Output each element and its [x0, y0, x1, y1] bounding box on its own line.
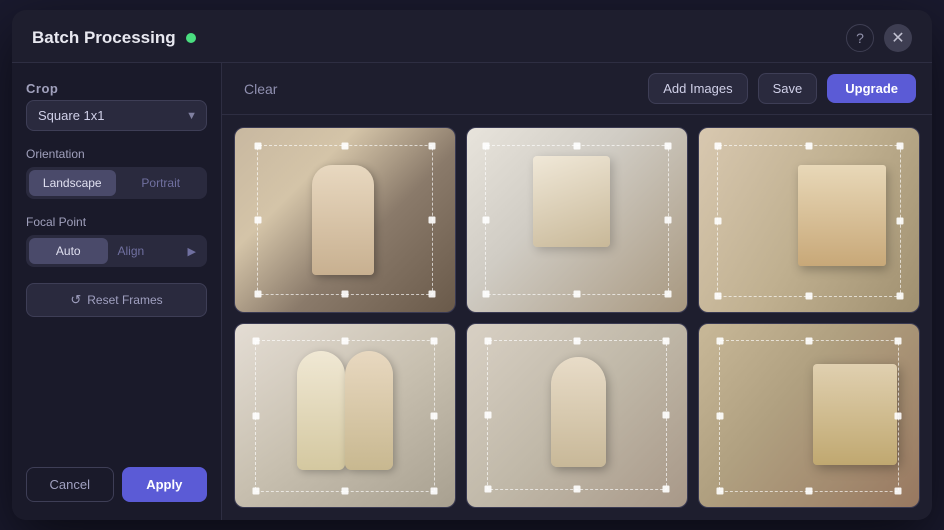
- crop-select-wrapper: Square 1x1 16:9 4:3 3:2 Custom ▼: [26, 100, 207, 131]
- orientation-section: Orientation Landscape Portrait: [26, 147, 207, 199]
- focal-section: Focal Point Auto Align ▶: [26, 215, 207, 267]
- header-right: ? ✕: [846, 24, 912, 52]
- reset-frames-label: Reset Frames: [87, 293, 162, 307]
- cell-inner-1: [235, 128, 455, 312]
- toolbar-left: Clear: [238, 77, 283, 101]
- photo-3: [699, 128, 919, 312]
- image-cell-6[interactable]: [698, 323, 920, 509]
- sidebar: Crop Square 1x1 16:9 4:3 3:2 Custom ▼ Or…: [12, 63, 222, 520]
- help-button[interactable]: ?: [846, 24, 874, 52]
- photo-6: [699, 324, 919, 508]
- image-cell-3[interactable]: [698, 127, 920, 313]
- cell-inner-6: [699, 324, 919, 508]
- content-toolbar: Clear Add Images Save Upgrade: [222, 63, 932, 115]
- photo-4: [235, 324, 455, 508]
- orientation-toggle: Landscape Portrait: [26, 167, 207, 199]
- title-area: Batch Processing: [32, 28, 196, 48]
- photo-1: [235, 128, 455, 312]
- orientation-label: Orientation: [26, 147, 207, 161]
- upgrade-button[interactable]: Upgrade: [827, 74, 916, 103]
- toolbar-right: Add Images Save Upgrade: [648, 73, 916, 104]
- image-grid: [222, 115, 932, 520]
- modal-title: Batch Processing: [32, 28, 176, 48]
- image-cell-5[interactable]: [466, 323, 688, 509]
- status-dot: [186, 33, 196, 43]
- align-arrow-icon: ▶: [188, 245, 196, 258]
- save-button[interactable]: Save: [758, 73, 818, 104]
- photo-5: [467, 324, 687, 508]
- photo-2: [467, 128, 687, 312]
- image-cell-1[interactable]: [234, 127, 456, 313]
- cell-inner-2: [467, 128, 687, 312]
- align-button[interactable]: Align ▶: [110, 239, 205, 263]
- apply-button[interactable]: Apply: [122, 467, 208, 502]
- image-cell-2[interactable]: [466, 127, 688, 313]
- clear-button[interactable]: Clear: [238, 77, 283, 101]
- content-area: Clear Add Images Save Upgrade: [222, 63, 932, 520]
- focal-point-label: Focal Point: [26, 215, 207, 229]
- landscape-button[interactable]: Landscape: [29, 170, 116, 196]
- sidebar-actions: Cancel Apply: [26, 467, 207, 502]
- reset-frames-button[interactable]: ↺ Reset Frames: [26, 283, 207, 317]
- reset-icon: ↺: [70, 292, 81, 308]
- modal-body: Crop Square 1x1 16:9 4:3 3:2 Custom ▼ Or…: [12, 63, 932, 520]
- portrait-button[interactable]: Portrait: [118, 170, 205, 196]
- cell-inner-3: [699, 128, 919, 312]
- cancel-button[interactable]: Cancel: [26, 467, 114, 502]
- modal-header: Batch Processing ? ✕: [12, 10, 932, 63]
- crop-section: Crop Square 1x1 16:9 4:3 3:2 Custom ▼: [26, 81, 207, 131]
- cell-inner-5: [467, 324, 687, 508]
- focal-toggle: Auto Align ▶: [26, 235, 207, 267]
- crop-section-title: Crop: [26, 81, 207, 96]
- close-button[interactable]: ✕: [884, 24, 912, 52]
- image-cell-4[interactable]: [234, 323, 456, 509]
- cell-inner-4: [235, 324, 455, 508]
- auto-button[interactable]: Auto: [29, 238, 108, 264]
- batch-processing-modal: Batch Processing ? ✕ Crop Square 1x1 16:…: [12, 10, 932, 520]
- add-images-button[interactable]: Add Images: [648, 73, 747, 104]
- align-label: Align: [118, 244, 145, 258]
- crop-select[interactable]: Square 1x1 16:9 4:3 3:2 Custom: [26, 100, 207, 131]
